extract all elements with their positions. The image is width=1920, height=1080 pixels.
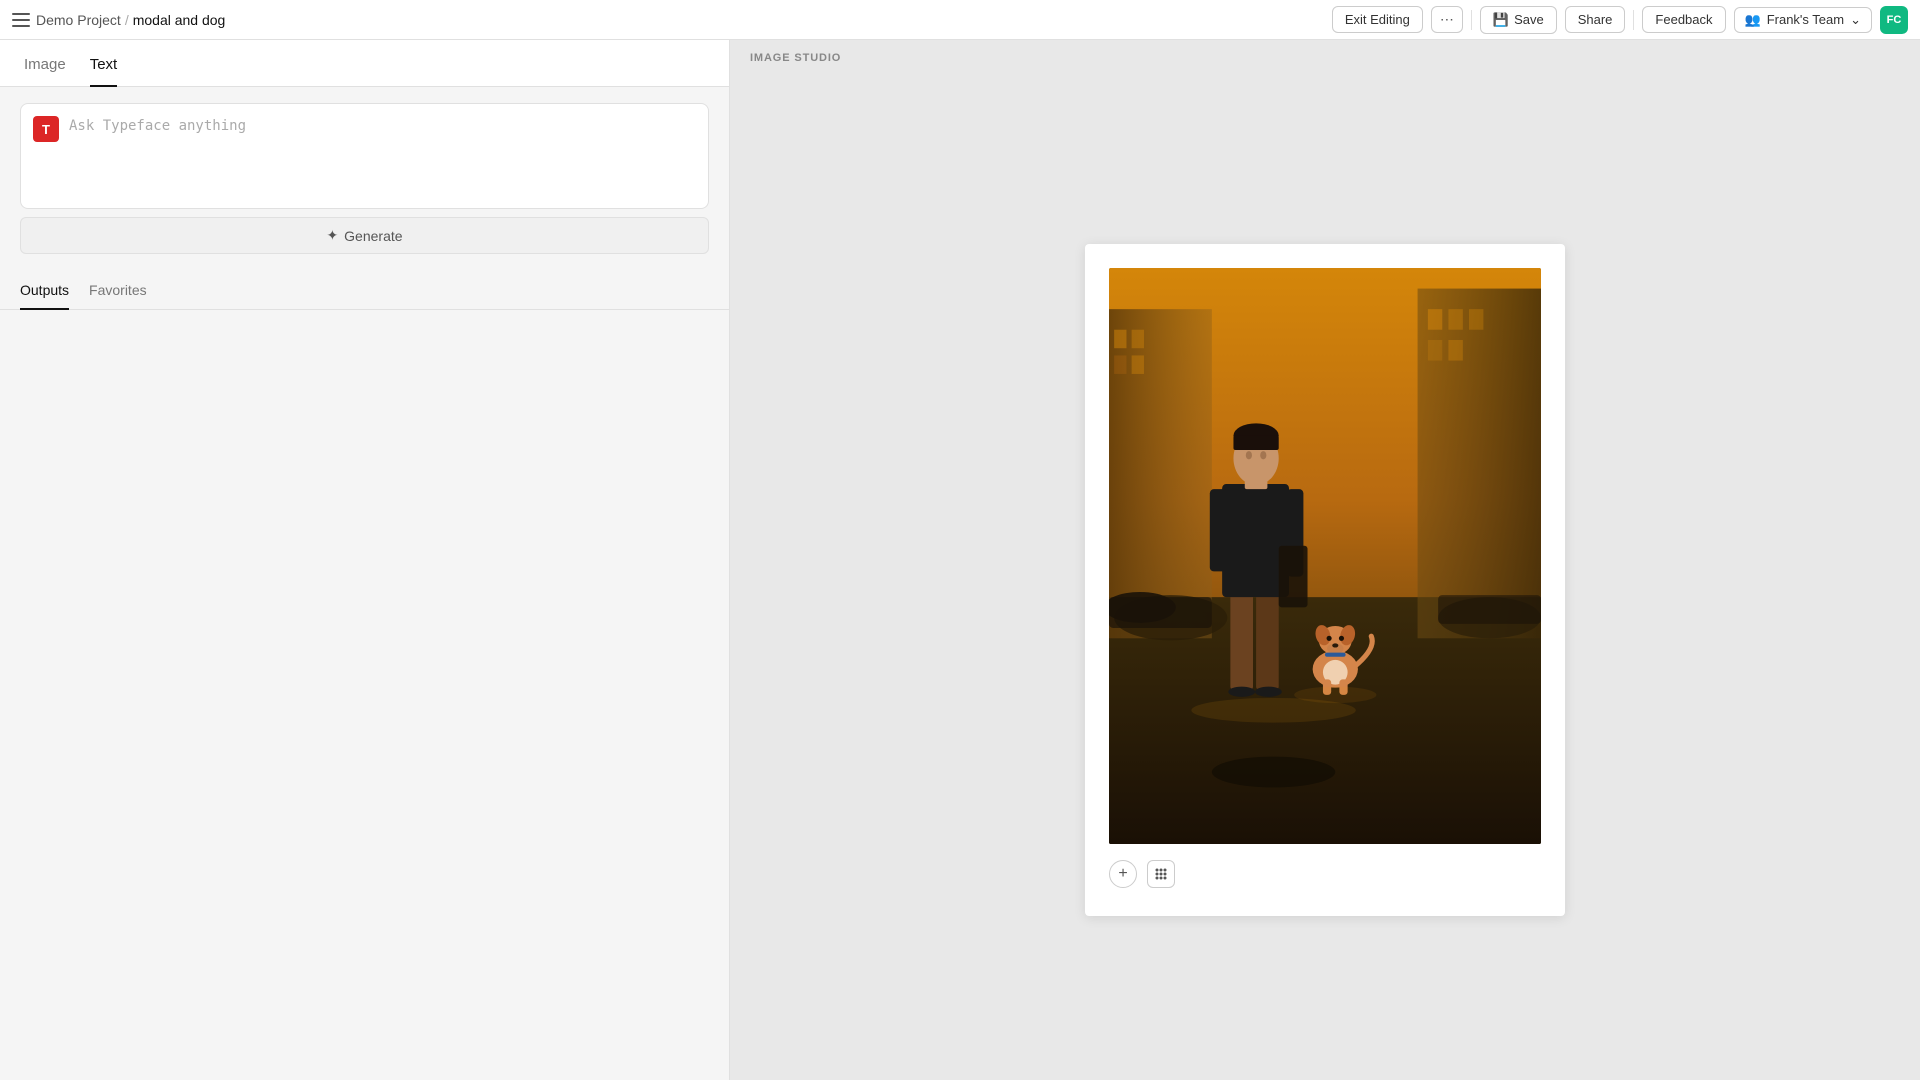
main-layout: Image Text T ✦ Generate Outputs bbox=[0, 40, 1920, 1080]
save-label: Save bbox=[1514, 12, 1544, 27]
nav-divider bbox=[1471, 10, 1472, 30]
chevron-down-icon: ⌄ bbox=[1850, 12, 1861, 28]
tab-favorites[interactable]: Favorites bbox=[89, 270, 147, 310]
outputs-content bbox=[0, 310, 729, 1080]
team-badge[interactable]: 👥 Frank's Team ⌄ bbox=[1734, 7, 1872, 33]
breadcrumb-sep: / bbox=[125, 12, 129, 28]
output-tabs: Outputs Favorites bbox=[0, 270, 729, 310]
breadcrumb-current[interactable]: modal and dog bbox=[133, 12, 226, 28]
topnav: Demo Project / modal and dog Exit Editin… bbox=[0, 0, 1920, 40]
prompt-input[interactable] bbox=[69, 116, 696, 196]
canvas-area: + bbox=[730, 40, 1920, 1080]
breadcrumb: Demo Project / modal and dog bbox=[36, 12, 225, 28]
topnav-right: Exit Editing ⋯ 💾 Save Share Feedback 👥 F… bbox=[1332, 6, 1908, 34]
topnav-left: Demo Project / modal and dog bbox=[12, 12, 1324, 28]
right-panel: IMAGE STUDIO bbox=[730, 40, 1920, 1080]
typeface-icon: T bbox=[33, 116, 59, 142]
input-row: T bbox=[33, 116, 696, 196]
add-button[interactable]: + bbox=[1109, 860, 1137, 888]
save-button[interactable]: 💾 Save bbox=[1480, 6, 1557, 34]
left-panel: Image Text T ✦ Generate Outputs bbox=[0, 40, 730, 1080]
input-box: T bbox=[20, 103, 709, 209]
bottom-actions: + bbox=[1109, 844, 1541, 892]
team-label: Frank's Team bbox=[1767, 12, 1844, 27]
panel-tabs: Image Text bbox=[0, 40, 729, 87]
breadcrumb-project[interactable]: Demo Project bbox=[36, 12, 121, 28]
grid-button[interactable] bbox=[1147, 860, 1175, 888]
feedback-button[interactable]: Feedback bbox=[1642, 6, 1725, 33]
nav-divider-2 bbox=[1633, 10, 1634, 30]
grid-icon bbox=[1154, 867, 1168, 881]
generate-icon: ✦ bbox=[326, 227, 338, 244]
avatar[interactable]: FC bbox=[1880, 6, 1908, 34]
studio-label: IMAGE STUDIO bbox=[750, 52, 841, 64]
input-area: T ✦ Generate bbox=[0, 87, 729, 270]
tab-text[interactable]: Text bbox=[90, 40, 118, 87]
generate-label: Generate bbox=[344, 228, 402, 244]
share-button[interactable]: Share bbox=[1565, 6, 1626, 33]
hamburger-icon[interactable] bbox=[12, 13, 30, 27]
main-image[interactable] bbox=[1109, 268, 1541, 844]
tab-image[interactable]: Image bbox=[24, 40, 66, 87]
team-icon: 👥 bbox=[1745, 12, 1761, 28]
tab-outputs[interactable]: Outputs bbox=[20, 270, 69, 310]
generate-button[interactable]: ✦ Generate bbox=[20, 217, 709, 254]
image-card: + bbox=[1085, 244, 1565, 916]
more-button[interactable]: ⋯ bbox=[1431, 6, 1463, 33]
save-icon: 💾 bbox=[1493, 12, 1509, 28]
exit-editing-button[interactable]: Exit Editing bbox=[1332, 6, 1423, 33]
